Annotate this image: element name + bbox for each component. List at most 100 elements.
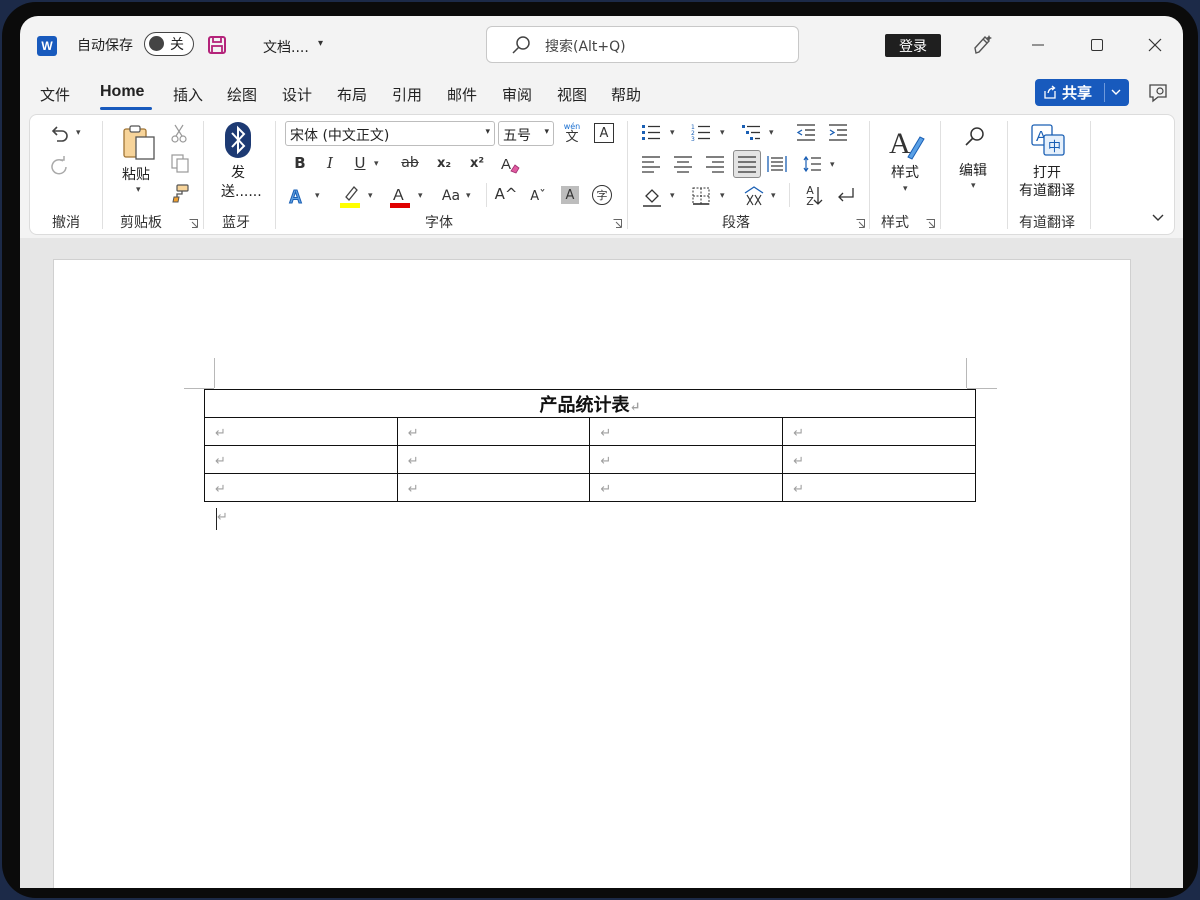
menu-insert[interactable]: 插入 — [173, 84, 203, 105]
decrease-indent-icon[interactable] — [796, 123, 816, 141]
bluetooth-icon[interactable] — [224, 121, 252, 159]
table-cell[interactable]: ↵ — [204, 445, 398, 474]
editing-label[interactable]: 编辑 — [959, 160, 987, 180]
document-canvas[interactable]: 产品统计表↵ ↵ ↵ ↵ ↵ ↵ ↵ ↵ ↵ ↵ ↵ ↵ ↵ ↵ — [20, 238, 1183, 888]
paste-icon[interactable] — [121, 123, 159, 161]
chinese-layout-dropdown[interactable]: ▾ — [771, 191, 776, 201]
underline-dropdown[interactable]: ▾ — [374, 159, 379, 169]
maximize-button[interactable] — [1079, 30, 1115, 60]
menu-references[interactable]: 引用 — [392, 84, 422, 105]
show-marks-icon[interactable] — [835, 185, 857, 207]
borders-dropdown[interactable]: ▾ — [720, 191, 725, 201]
subscript-button[interactable]: x₂ — [433, 152, 455, 174]
youdao-translate-label[interactable]: 有道翻译 — [1019, 180, 1075, 200]
close-button[interactable] — [1137, 30, 1173, 60]
menu-file[interactable]: 文件 — [40, 84, 70, 105]
collapse-ribbon-chevron-icon[interactable] — [1151, 211, 1165, 225]
styles-dropdown[interactable]: ▾ — [903, 184, 908, 194]
save-icon[interactable] — [207, 35, 227, 55]
line-spacing-dropdown[interactable]: ▾ — [830, 160, 835, 170]
align-right-icon[interactable] — [705, 155, 725, 173]
youdao-open-label[interactable]: 打开 — [1033, 162, 1061, 182]
font-size-select[interactable]: 五号 ▾ — [498, 121, 554, 146]
youdao-translate-icon[interactable]: A 中 — [1030, 123, 1066, 157]
search-box[interactable]: 搜索(Alt+Q) — [486, 26, 799, 63]
login-button[interactable]: 登录 — [885, 34, 941, 57]
menu-help[interactable]: 帮助 — [611, 84, 641, 105]
text-effects-icon[interactable]: A — [287, 185, 309, 208]
table-cell[interactable]: ↵ — [396, 445, 591, 474]
chinese-layout-icon[interactable] — [742, 185, 766, 207]
underline-button[interactable]: U — [350, 152, 370, 174]
shading-dropdown[interactable]: ▾ — [670, 191, 675, 201]
numbering-dropdown[interactable]: ▾ — [720, 128, 725, 138]
table-cell[interactable]: ↵ — [782, 473, 976, 502]
bold-button[interactable]: B — [290, 152, 310, 174]
menu-mailings[interactable]: 邮件 — [447, 84, 477, 105]
justify-button[interactable] — [733, 150, 761, 178]
grow-font-button[interactable]: A^ — [495, 183, 518, 205]
highlight-icon[interactable] — [338, 183, 362, 209]
font-color-icon[interactable]: A — [388, 183, 412, 209]
table-cell[interactable]: ↵ — [204, 417, 398, 446]
text-effects-dropdown[interactable]: ▾ — [315, 191, 320, 201]
table-cell[interactable]: ↵ — [204, 473, 398, 502]
multilevel-list-icon[interactable] — [741, 123, 761, 141]
bullets-dropdown[interactable]: ▾ — [670, 128, 675, 138]
styles-label[interactable]: 样式 — [891, 162, 919, 182]
menu-layout[interactable]: 布局 — [337, 84, 367, 105]
share-button[interactable]: 共享 — [1035, 79, 1129, 106]
product-stats-table[interactable]: 产品统计表↵ ↵ ↵ ↵ ↵ ↵ ↵ ↵ ↵ ↵ ↵ ↵ ↵ — [204, 389, 976, 502]
line-spacing-icon[interactable] — [802, 155, 822, 173]
comments-icon[interactable] — [1147, 82, 1169, 104]
borders-icon[interactable] — [691, 186, 711, 206]
highlight-dropdown[interactable]: ▾ — [368, 191, 373, 201]
character-shading-button[interactable]: A — [561, 186, 579, 204]
designer-pen-icon[interactable] — [970, 33, 994, 57]
align-center-icon[interactable] — [673, 155, 693, 173]
align-left-icon[interactable] — [641, 155, 661, 173]
table-cell[interactable]: ↵ — [782, 417, 976, 446]
bullets-icon[interactable] — [641, 123, 661, 141]
menu-draw[interactable]: 绘图 — [227, 84, 257, 105]
autosave-toggle[interactable]: 关 — [144, 32, 194, 56]
clipboard-launcher-icon[interactable] — [189, 219, 198, 228]
document-title[interactable]: 文档.... — [263, 37, 309, 57]
change-case-button[interactable]: Aa — [438, 185, 464, 207]
font-name-select[interactable]: 宋体 (中文正文) ▾ — [285, 121, 495, 146]
change-case-dropdown[interactable]: ▾ — [466, 191, 471, 201]
table-cell[interactable]: ↵ — [782, 445, 976, 474]
distributed-icon[interactable] — [767, 155, 787, 173]
styles-icon[interactable]: A — [886, 123, 926, 163]
format-painter-icon[interactable] — [170, 183, 190, 203]
table-cell[interactable]: ↵ — [396, 417, 591, 446]
undo-dropdown[interactable]: ▾ — [76, 128, 81, 138]
character-border-icon[interactable]: A — [594, 123, 614, 143]
table-cell[interactable]: ↵ — [396, 473, 591, 502]
menu-design[interactable]: 设计 — [282, 84, 312, 105]
bluetooth-send-line1[interactable]: 发 — [231, 162, 245, 182]
phonetic-guide-icon[interactable]: wén 文 — [561, 121, 583, 145]
table-title-cell[interactable]: 产品统计表↵ — [204, 389, 976, 418]
bluetooth-send-line2[interactable]: 送...... — [221, 181, 262, 201]
font-launcher-icon[interactable] — [613, 219, 622, 228]
superscript-button[interactable]: x² — [466, 152, 488, 174]
editing-dropdown[interactable]: ▾ — [971, 181, 976, 191]
document-page[interactable]: 产品统计表↵ ↵ ↵ ↵ ↵ ↵ ↵ ↵ ↵ ↵ ↵ ↵ ↵ ↵ — [53, 259, 1131, 888]
table-cell[interactable]: ↵ — [589, 445, 784, 474]
redo-icon[interactable] — [48, 155, 70, 177]
clear-formatting-icon[interactable]: A — [499, 153, 521, 175]
enclose-characters-button[interactable]: 字 — [592, 185, 612, 205]
chevron-down-icon[interactable] — [1109, 85, 1123, 99]
minimize-button[interactable] — [1020, 30, 1056, 60]
shading-icon[interactable] — [641, 186, 663, 208]
paragraph-launcher-icon[interactable] — [856, 219, 865, 228]
styles-launcher-icon[interactable] — [926, 219, 935, 228]
italic-button[interactable]: I — [320, 152, 340, 174]
shrink-font-button[interactable]: Aˇ — [527, 185, 549, 207]
numbering-icon[interactable]: 1 2 3 — [691, 123, 711, 141]
chevron-down-icon[interactable]: ▾ — [318, 38, 323, 49]
font-color-dropdown[interactable]: ▾ — [418, 191, 423, 201]
menu-review[interactable]: 审阅 — [502, 84, 532, 105]
copy-icon[interactable] — [170, 153, 190, 173]
